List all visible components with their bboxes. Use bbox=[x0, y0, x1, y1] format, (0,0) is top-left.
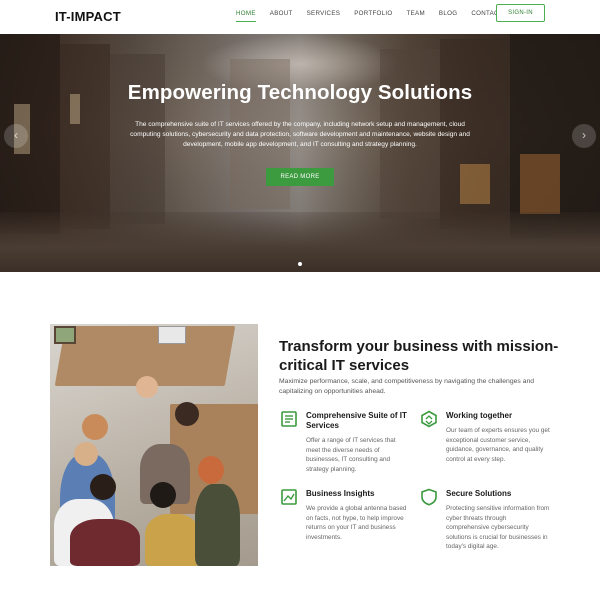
site-logo[interactable]: IT-IMPACT bbox=[55, 9, 121, 24]
hero-title: Empowering Technology Solutions bbox=[127, 81, 473, 104]
feature-text: Our team of experts ensures you get exce… bbox=[446, 427, 550, 463]
photo-person-head bbox=[175, 402, 199, 426]
main-nav: HOME ABOUT SERVICES PORTFOLIO TEAM BLOG … bbox=[236, 10, 517, 22]
photo-person-head bbox=[90, 474, 116, 500]
nav-home[interactable]: HOME bbox=[236, 10, 256, 22]
photo-person bbox=[195, 484, 240, 566]
hero-window bbox=[460, 164, 490, 204]
section-description: Maximize performance, scale, and competi… bbox=[279, 378, 535, 395]
read-more-button[interactable]: READ MORE bbox=[266, 168, 334, 186]
hero-building bbox=[60, 44, 110, 229]
site-header: IT-IMPACT HOME ABOUT SERVICES PORTFOLIO … bbox=[0, 0, 600, 34]
feature-text: Offer a range of IT services that meet t… bbox=[306, 437, 396, 473]
nav-team[interactable]: TEAM bbox=[407, 10, 425, 22]
team-photo bbox=[50, 324, 258, 566]
photo-person-head bbox=[150, 482, 176, 508]
feature-card: Business Insights We provide a global an… bbox=[280, 488, 410, 558]
feature-text: Protecting sensitive information from cy… bbox=[446, 505, 550, 551]
photo-laptop bbox=[158, 326, 186, 344]
slider-prev-arrow-icon[interactable]: ‹ bbox=[4, 124, 28, 148]
section-title: Transform your business with mission-cri… bbox=[279, 338, 559, 374]
slider-dots bbox=[0, 262, 600, 266]
shield-icon bbox=[421, 488, 437, 506]
photo-person-head bbox=[198, 456, 224, 484]
hero-window bbox=[520, 154, 560, 214]
hero-description: The comprehensive suite of IT services o… bbox=[130, 121, 470, 149]
feature-title: Secure Solutions bbox=[446, 489, 512, 498]
feature-card: Secure Solutions Protecting sensitive in… bbox=[420, 488, 550, 558]
feature-title: Business Insights bbox=[306, 489, 375, 498]
feature-card: Working together Our team of experts ens… bbox=[420, 410, 550, 480]
feature-title: Comprehensive Suite of IT Services bbox=[306, 411, 407, 430]
document-list-icon bbox=[281, 411, 297, 427]
photo-hands bbox=[136, 376, 158, 398]
slider-next-arrow-icon[interactable]: › bbox=[572, 124, 596, 148]
sign-in-button[interactable]: SIGN-IN bbox=[496, 4, 545, 22]
photo-person bbox=[145, 514, 200, 566]
nav-blog[interactable]: BLOG bbox=[439, 10, 457, 22]
slider-dot[interactable] bbox=[298, 262, 302, 266]
feature-card: Comprehensive Suite of IT Services Offer… bbox=[280, 410, 410, 480]
image-chart-icon bbox=[281, 489, 297, 505]
feature-text: We provide a global antenna based on fac… bbox=[306, 505, 407, 541]
hexagon-arrows-icon bbox=[421, 410, 437, 428]
photo-person bbox=[70, 519, 140, 566]
photo-person-head bbox=[82, 414, 108, 440]
hero-slider: Empowering Technology Solutions The comp… bbox=[0, 34, 600, 272]
nav-services[interactable]: SERVICES bbox=[307, 10, 341, 22]
nav-portfolio[interactable]: PORTFOLIO bbox=[354, 10, 392, 22]
feature-title: Working together bbox=[446, 411, 513, 420]
photo-frame bbox=[54, 326, 76, 344]
nav-about[interactable]: ABOUT bbox=[270, 10, 293, 22]
photo-person-head bbox=[74, 442, 98, 466]
